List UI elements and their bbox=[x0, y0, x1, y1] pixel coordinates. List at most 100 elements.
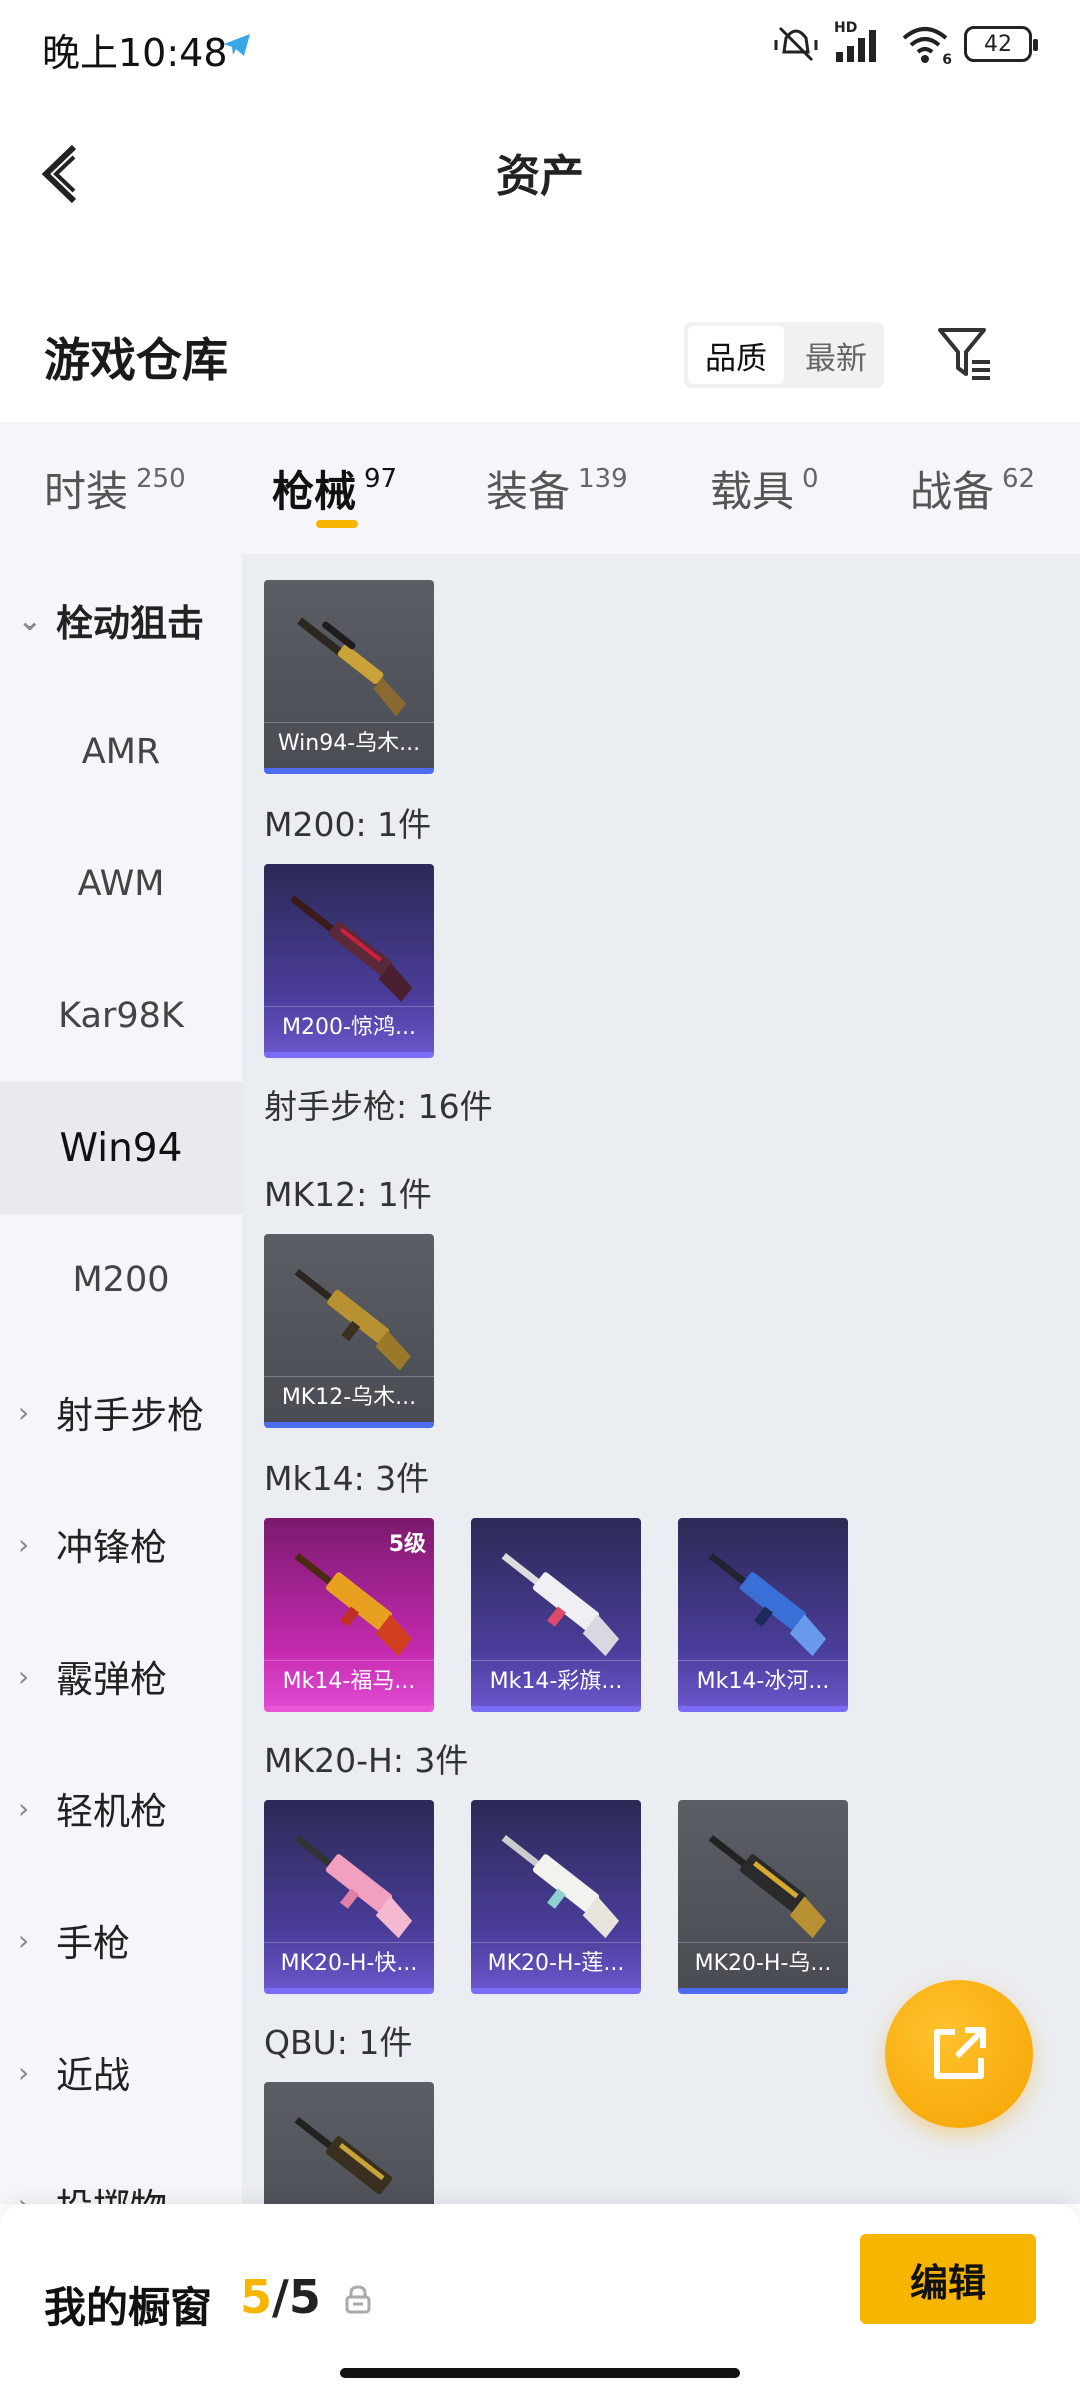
item-card[interactable]: Win94-乌木... bbox=[264, 580, 434, 774]
share-button[interactable] bbox=[885, 1980, 1033, 2128]
rifle-icon bbox=[294, 1269, 411, 1371]
sidebar-item-label: 栓动狙击 bbox=[56, 602, 204, 645]
rifle-icon bbox=[294, 1835, 413, 1939]
tab-label: 装备 bbox=[486, 466, 571, 516]
edit-button[interactable]: 编辑 bbox=[860, 2234, 1036, 2324]
sort-toggle: 品质 最新 bbox=[684, 322, 884, 388]
filter-button[interactable] bbox=[930, 318, 1000, 388]
page-title: 资产 bbox=[496, 151, 584, 202]
category-tabs: 时装 250 枪械 97 装备 139 载具 0 战备 62 bbox=[0, 422, 1080, 554]
section-label: MK20-H: 3件 bbox=[264, 1741, 469, 1780]
item-card-name: Win94-乌木... bbox=[264, 722, 434, 764]
item-card[interactable]: MK20-H-乌... bbox=[678, 1800, 848, 1994]
chevron-right-icon: › bbox=[18, 1791, 30, 1825]
item-card-name: MK20-H-快... bbox=[264, 1942, 434, 1984]
tab-vehicles[interactable]: 载具 0 bbox=[710, 422, 819, 554]
status-bar: 晚上10:48 HD 6 42 bbox=[0, 0, 1080, 96]
chevron-right-icon: › bbox=[18, 1923, 30, 1957]
rifle-icon bbox=[708, 1835, 827, 1939]
item-card[interactable]: M200-惊鸿... bbox=[264, 864, 434, 1058]
tab-count: 139 bbox=[578, 464, 628, 494]
sidebar-item-kar98k[interactable]: Kar98K bbox=[0, 950, 242, 1082]
tab-label: 时装 bbox=[44, 466, 129, 516]
tab-count: 62 bbox=[1002, 464, 1036, 494]
item-card[interactable]: Mk14-冰河... bbox=[678, 1518, 848, 1712]
chevron-right-icon: › bbox=[18, 2055, 30, 2089]
tab-label: 战备 bbox=[910, 466, 995, 516]
sidebar-item-label: Win94 bbox=[59, 1125, 183, 1171]
item-grid: Win94-乌木... M200: 1件 M200-惊鸿... 射手步枪: 16… bbox=[242, 554, 1080, 2204]
item-card[interactable]: MK20-H-莲... bbox=[471, 1800, 641, 1994]
item-card-name: M200-惊鸿... bbox=[264, 1006, 434, 1048]
rifle-icon bbox=[501, 1553, 620, 1657]
sidebar-item-m200[interactable]: M200 bbox=[0, 1214, 242, 1346]
sidebar-item-shotgun[interactable]: › 霰弹枪 bbox=[0, 1610, 242, 1742]
battery-icon: 42 bbox=[964, 26, 1038, 62]
filter-list-icon bbox=[938, 328, 990, 380]
item-card[interactable]: Mk14-彩旗... bbox=[471, 1518, 641, 1712]
item-card-name: Mk14-彩旗... bbox=[471, 1660, 641, 1702]
sidebar-item-bolt-sniper[interactable]: ⌄ 栓动狙击 bbox=[0, 554, 242, 686]
item-card-name: Mk14-福马... bbox=[264, 1660, 434, 1702]
item-card[interactable] bbox=[264, 2082, 434, 2204]
rifle-icon bbox=[708, 1553, 827, 1657]
showcase-total: 5 bbox=[288, 2270, 321, 2324]
tab-supplies[interactable]: 战备 62 bbox=[910, 422, 1035, 554]
sidebar-item-label: 射手步枪 bbox=[56, 1394, 204, 1437]
item-card[interactable]: MK12-乌木... bbox=[264, 1234, 434, 1428]
tab-equipment[interactable]: 装备 139 bbox=[486, 422, 628, 554]
section-label: 射手步枪: 16件 bbox=[264, 1087, 493, 1126]
sidebar-item-label: 冲锋枪 bbox=[56, 1526, 167, 1569]
sidebar-item-label: 轻机枪 bbox=[56, 1790, 167, 1833]
sidebar-item-label: M200 bbox=[72, 1260, 170, 1300]
tab-guns[interactable]: 枪械 97 bbox=[272, 422, 397, 554]
item-card-name: MK20-H-乌... bbox=[678, 1942, 848, 1984]
lock-icon bbox=[345, 2285, 371, 2314]
chevron-right-icon: › bbox=[18, 1395, 30, 1429]
tab-count: 250 bbox=[136, 464, 186, 494]
item-card-name: Mk14-冰河... bbox=[678, 1660, 848, 1702]
sidebar-item-win94[interactable]: Win94 bbox=[0, 1082, 242, 1214]
signal-icon: HD bbox=[832, 20, 886, 64]
rifle-icon bbox=[297, 617, 407, 717]
showcase-separator: / bbox=[272, 2270, 289, 2324]
tab-label: 枪械 bbox=[272, 466, 357, 516]
wifi-icon: 6 bbox=[900, 24, 952, 68]
page: 晚上10:48 HD 6 42 资产 游戏仓库 品质 最新 时装 250 枪械 … bbox=[0, 0, 1080, 2400]
sidebar-item-smg[interactable]: › 冲锋枪 bbox=[0, 1478, 242, 1610]
item-card[interactable]: 5级 Mk14-福马... bbox=[264, 1518, 434, 1712]
sidebar-item-label: 手枪 bbox=[56, 1922, 130, 1965]
sidebar-item-pistol[interactable]: › 手枪 bbox=[0, 1874, 242, 2006]
sidebar-item-marksman-rifle[interactable]: › 射手步枪 bbox=[0, 1346, 242, 1478]
showcase-current: 5 bbox=[240, 2270, 273, 2324]
mute-vibrate-icon bbox=[774, 26, 818, 62]
item-card-name: MK20-H-莲... bbox=[471, 1942, 641, 1984]
rifle-icon bbox=[294, 1553, 413, 1657]
home-indicator[interactable] bbox=[340, 2368, 740, 2378]
external-link-icon bbox=[934, 2027, 986, 2079]
sort-option-newest[interactable]: 最新 bbox=[788, 322, 884, 388]
sidebar-item-melee[interactable]: › 近战 bbox=[0, 2006, 242, 2138]
item-card[interactable]: MK20-H-快... bbox=[264, 1800, 434, 1994]
item-card-name: MK12-乌木... bbox=[264, 1376, 434, 1418]
chevron-down-icon: ⌄ bbox=[18, 603, 42, 637]
tab-label: 载具 bbox=[710, 466, 795, 516]
sidebar-item-amr[interactable]: AMR bbox=[0, 686, 242, 818]
sidebar-item-lmg[interactable]: › 轻机枪 bbox=[0, 1742, 242, 1874]
showcase-count: 5/5 bbox=[240, 2270, 321, 2324]
weapon-sidebar: ⌄ 栓动狙击 AMR AWM Kar98K Win94 M200 › 射手步枪 … bbox=[0, 554, 242, 2229]
section-label: M200: 1件 bbox=[264, 805, 432, 844]
tab-fashion[interactable]: 时装 250 bbox=[44, 422, 186, 554]
wifi-tag: 6 bbox=[942, 52, 952, 68]
sidebar-item-label: Kar98K bbox=[58, 996, 184, 1036]
rifle-icon bbox=[289, 895, 413, 1002]
status-time: 晚上10:48 bbox=[42, 31, 228, 75]
battery-level: 42 bbox=[984, 31, 1012, 57]
sort-option-quality[interactable]: 品质 bbox=[688, 326, 784, 384]
sidebar-item-label: 霰弹枪 bbox=[56, 1658, 167, 1701]
sidebar-item-label: AWM bbox=[77, 864, 165, 904]
sidebar-item-awm[interactable]: AWM bbox=[0, 818, 242, 950]
section-label: Mk14: 3件 bbox=[264, 1459, 430, 1498]
rifle-icon bbox=[294, 2117, 393, 2195]
chevron-right-icon: › bbox=[18, 1527, 30, 1561]
